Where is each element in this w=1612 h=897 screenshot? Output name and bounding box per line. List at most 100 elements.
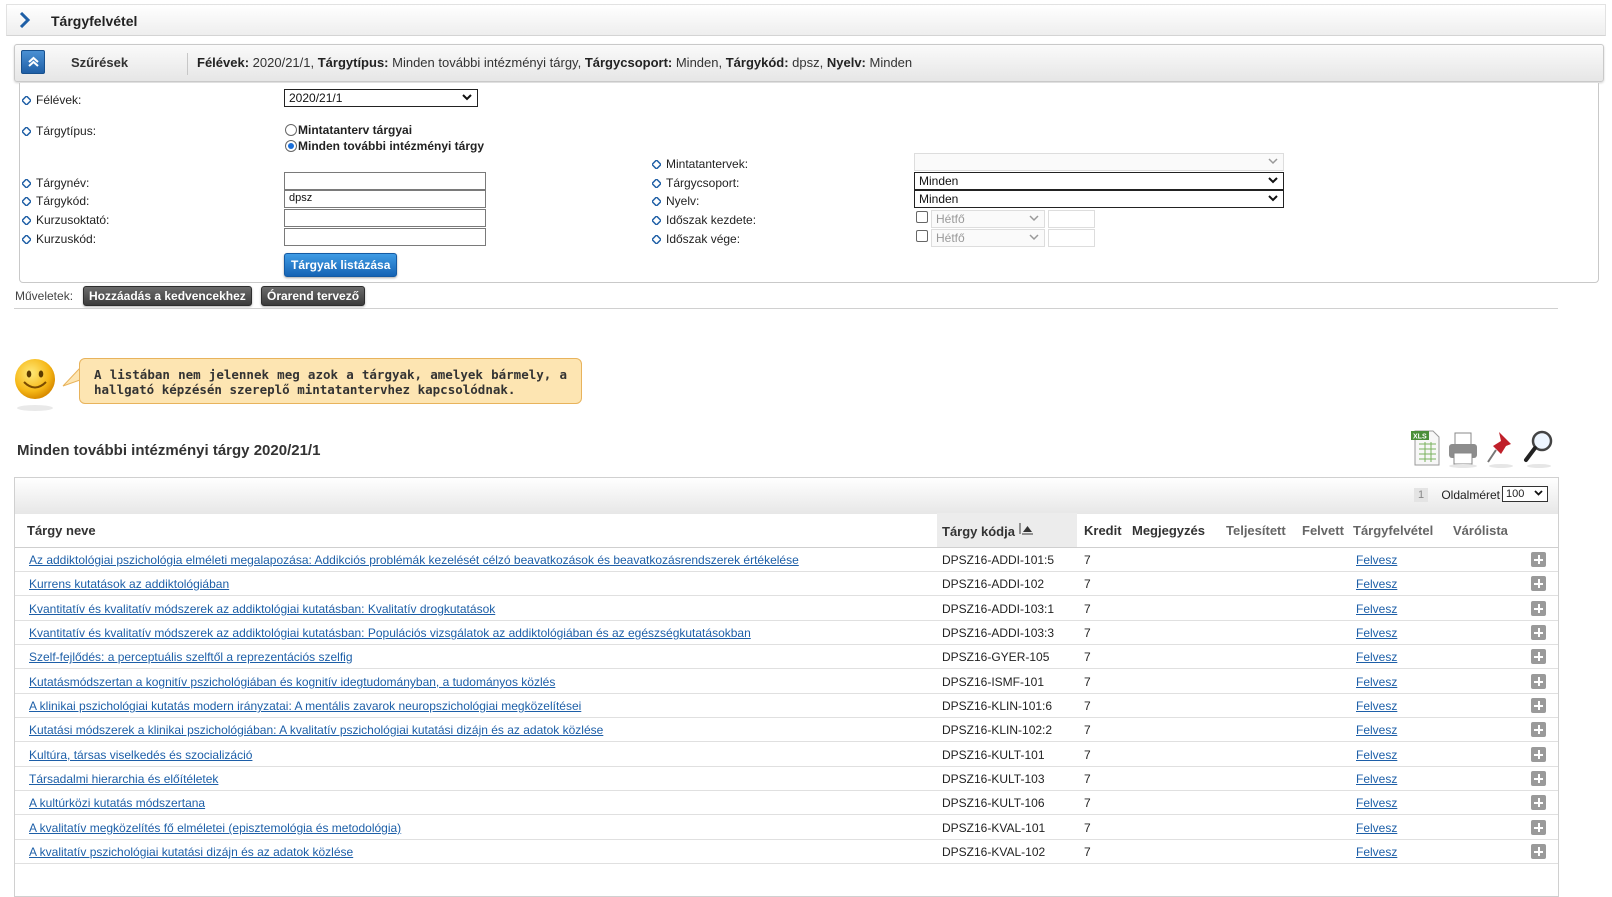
subject-credit: 7 bbox=[1084, 748, 1091, 762]
chevron-down-icon bbox=[462, 94, 472, 101]
col-header-name[interactable]: Tárgy neve bbox=[27, 523, 96, 538]
pin-icon[interactable] bbox=[1484, 428, 1518, 468]
radio-mintatanterv[interactable]: Mintatanterv tárgyai bbox=[285, 123, 412, 137]
kurzusoktato-input[interactable] bbox=[284, 209, 486, 227]
enroll-link[interactable]: Felvesz bbox=[1356, 723, 1397, 737]
subject-link[interactable]: Kvantitatív és kvalitatív módszerek az a… bbox=[29, 602, 495, 616]
enroll-link[interactable]: Felvesz bbox=[1356, 699, 1397, 713]
subject-credit: 7 bbox=[1084, 602, 1091, 616]
subject-link[interactable]: Szelf-fejlődés: a perceptuális szelftől … bbox=[29, 650, 353, 664]
col-header-taken[interactable]: Felvett bbox=[1302, 523, 1344, 538]
targycsoport-select[interactable]: Minden bbox=[914, 172, 1284, 190]
add-favorites-button[interactable]: Hozzáadás a kedvencekhez bbox=[83, 286, 252, 306]
enroll-link[interactable]: Felvesz bbox=[1356, 772, 1397, 786]
plus-icon[interactable] bbox=[1531, 674, 1546, 689]
enroll-link[interactable]: Felvesz bbox=[1356, 553, 1397, 567]
felevek-select[interactable]: 2020/21/1 bbox=[284, 89, 478, 107]
mintatantervek-select[interactable] bbox=[914, 153, 1284, 171]
subject-credit: 7 bbox=[1084, 650, 1091, 664]
plus-icon[interactable] bbox=[1531, 649, 1546, 664]
subject-link[interactable]: Kultúra, társas viselkedés és szocializá… bbox=[29, 748, 252, 762]
targykod-input[interactable]: dpsz bbox=[284, 190, 486, 208]
collapse-filter-button[interactable] bbox=[21, 50, 45, 74]
radio-minden-tovabbi[interactable]: Minden további intézményi tárgy bbox=[285, 139, 484, 153]
plus-icon[interactable] bbox=[1531, 722, 1546, 737]
targykod-label: Tárgykód: bbox=[22, 194, 89, 208]
diamond-icon bbox=[22, 96, 31, 105]
diamond-icon bbox=[22, 179, 31, 188]
subject-credit: 7 bbox=[1084, 821, 1091, 835]
subject-link[interactable]: A kvalitatív pszichológiai kutatási dizá… bbox=[29, 845, 353, 859]
subject-code: DPSZ16-ADDI-102 bbox=[942, 577, 1045, 591]
diamond-icon bbox=[22, 216, 31, 225]
subject-link[interactable]: Az addiktológiai pszichológia elméleti m… bbox=[29, 553, 799, 567]
radio-button-selected[interactable] bbox=[285, 140, 297, 152]
filter-label: Szűrések bbox=[71, 55, 129, 70]
plus-icon[interactable] bbox=[1531, 844, 1546, 859]
subject-link[interactable]: Kurrens kutatások az addiktológiában bbox=[29, 577, 229, 591]
filter-bar[interactable]: Szűrések Félévek: 2020/21/1, Tárgytípus:… bbox=[14, 44, 1604, 82]
enroll-link[interactable]: Felvesz bbox=[1356, 626, 1397, 640]
plus-icon[interactable] bbox=[1531, 552, 1546, 567]
table-row: Kvantitatív és kvalitatív módszerek az a… bbox=[15, 621, 1558, 645]
idoszak-kezdete-day-select[interactable]: Hétfő bbox=[931, 210, 1045, 228]
idoszak-kezdete-checkbox[interactable] bbox=[916, 211, 928, 223]
enroll-link[interactable]: Felvesz bbox=[1356, 602, 1397, 616]
col-header-code[interactable]: Tárgy kódja bbox=[942, 523, 1033, 539]
table-row: A kultúrközi kutatás módszertana DPSZ16-… bbox=[15, 791, 1558, 815]
plus-icon[interactable] bbox=[1531, 601, 1546, 616]
enroll-link[interactable]: Felvesz bbox=[1356, 675, 1397, 689]
subject-link[interactable]: Kutatási módszerek a klinikai pszichológ… bbox=[29, 723, 603, 737]
plus-icon[interactable] bbox=[1531, 795, 1546, 810]
enroll-link[interactable]: Felvesz bbox=[1356, 748, 1397, 762]
enroll-link[interactable]: Felvesz bbox=[1356, 845, 1397, 859]
subject-code: DPSZ16-ADDI-103:1 bbox=[942, 602, 1055, 616]
divider bbox=[14, 308, 1558, 309]
targynev-label: Tárgynév: bbox=[22, 176, 89, 190]
subject-link[interactable]: A kultúrközi kutatás módszertana bbox=[29, 796, 205, 810]
plus-icon[interactable] bbox=[1531, 698, 1546, 713]
col-header-waitlist[interactable]: Várólista bbox=[1453, 523, 1508, 538]
plus-icon[interactable] bbox=[1531, 576, 1546, 591]
subject-link[interactable]: Kutatásmódszertan a kognitív pszichológi… bbox=[29, 675, 555, 689]
subject-code: DPSZ16-KULT-106 bbox=[942, 796, 1045, 810]
enroll-link[interactable]: Felvesz bbox=[1356, 577, 1397, 591]
subject-link[interactable]: Társadalmi hierarchia és előítéletek bbox=[29, 772, 218, 786]
col-header-enroll[interactable]: Tárgyfelvétel bbox=[1353, 523, 1433, 538]
col-header-completed[interactable]: Teljesített bbox=[1226, 523, 1286, 538]
felevek-label: Félévek: bbox=[22, 93, 81, 107]
idoszak-vege-day-select[interactable]: Hétfő bbox=[931, 229, 1045, 247]
enroll-link[interactable]: Felvesz bbox=[1356, 796, 1397, 810]
nyelv-select[interactable]: Minden bbox=[914, 190, 1284, 208]
print-icon[interactable] bbox=[1446, 428, 1480, 468]
enroll-link[interactable]: Felvesz bbox=[1356, 821, 1397, 835]
timetable-planner-button[interactable]: Órarend tervező bbox=[261, 286, 366, 306]
list-subjects-button[interactable]: Tárgyak listázása bbox=[284, 253, 398, 277]
page-size-select[interactable]: 100 bbox=[1502, 486, 1548, 502]
subject-link[interactable]: A kvalitatív megközelítés fő elméletei (… bbox=[29, 821, 401, 835]
targynev-input[interactable] bbox=[284, 172, 486, 190]
plus-icon[interactable] bbox=[1531, 820, 1546, 835]
subject-link[interactable]: Kvantitatív és kvalitatív módszerek az a… bbox=[29, 626, 751, 640]
plus-icon[interactable] bbox=[1531, 747, 1546, 762]
kurzuskod-input[interactable] bbox=[284, 228, 486, 246]
col-header-note[interactable]: Megjegyzés bbox=[1132, 523, 1205, 538]
plus-icon[interactable] bbox=[1531, 625, 1546, 640]
page-number[interactable]: 1 bbox=[1414, 488, 1428, 502]
chevron-down-icon bbox=[1268, 195, 1278, 202]
radio-button[interactable] bbox=[285, 124, 297, 136]
idoszak-kezdete-time-input[interactable] bbox=[1048, 210, 1095, 228]
idoszak-vege-checkbox[interactable] bbox=[916, 230, 928, 242]
subject-link[interactable]: A klinikai pszichológiai kutatás modern … bbox=[29, 699, 581, 713]
enroll-link[interactable]: Felvesz bbox=[1356, 650, 1397, 664]
excel-icon[interactable]: XLS bbox=[1409, 428, 1443, 468]
diamond-icon bbox=[22, 197, 31, 206]
plus-icon[interactable] bbox=[1531, 771, 1546, 786]
operations-label: Műveletek: bbox=[15, 289, 74, 303]
chevron-right-icon bbox=[19, 12, 31, 28]
chevron-down-icon bbox=[1268, 158, 1278, 165]
col-header-credit[interactable]: Kredit bbox=[1084, 523, 1122, 538]
idoszak-vege-time-input[interactable] bbox=[1048, 229, 1095, 247]
subject-credit: 7 bbox=[1084, 553, 1091, 567]
search-icon[interactable] bbox=[1522, 428, 1556, 468]
